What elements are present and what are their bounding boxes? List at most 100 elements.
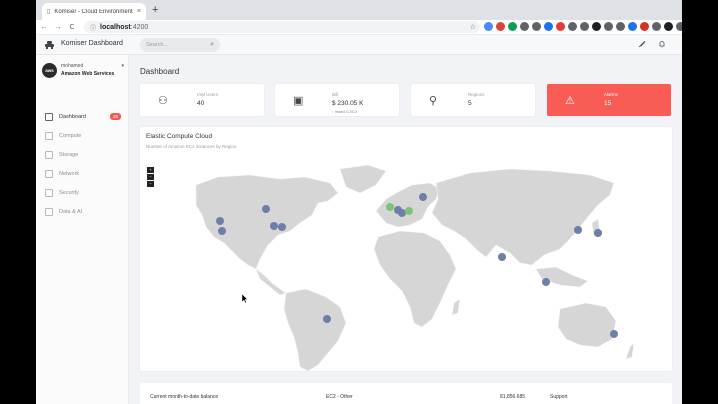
ec2-map-card: Elastic Compute Cloud Number of Amazon E… xyxy=(140,127,672,371)
card-value: $ 230.05 K xyxy=(332,100,364,107)
zoom-out-button[interactable]: − xyxy=(147,174,154,180)
extension-icon[interactable] xyxy=(496,22,505,31)
zoom-reset-button[interactable]: − xyxy=(147,181,154,187)
support-label: Support xyxy=(550,394,568,400)
zoom-in-button[interactable]: + xyxy=(147,167,154,173)
alert-count-badge: 25 xyxy=(109,113,121,120)
card-text: Alarms 15 xyxy=(604,92,618,107)
reload-icon[interactable]: C xyxy=(66,24,78,31)
browser-tab[interactable]: ▯ Komiser - Cloud Environment × xyxy=(42,3,146,20)
search-placeholder: Search... xyxy=(146,42,169,48)
forward-icon[interactable]: → xyxy=(52,24,64,31)
extension-icon[interactable] xyxy=(640,22,649,31)
region-marker[interactable] xyxy=(218,227,226,235)
extension-icon[interactable] xyxy=(484,22,493,31)
region-marker[interactable] xyxy=(594,229,602,237)
extension-icon[interactable] xyxy=(628,22,637,31)
chevron-down-icon[interactable]: ▾ xyxy=(121,63,124,69)
card-value: 40 xyxy=(197,100,205,107)
region-marker[interactable] xyxy=(262,205,270,213)
extension-icon[interactable] xyxy=(604,22,613,31)
asia-shape xyxy=(431,168,615,266)
card-subtext: ↑ Inward 0.2013 xyxy=(332,110,357,114)
region-marker[interactable] xyxy=(610,330,618,338)
region-marker[interactable] xyxy=(216,217,224,225)
extension-icon[interactable] xyxy=(616,22,625,31)
card-text: Regions 5 xyxy=(468,92,485,107)
search-icon: ⌕ xyxy=(210,41,214,48)
sidebar-item-label: Network xyxy=(59,170,80,177)
iam-users-card[interactable]: ⚇ IAM Users 40 xyxy=(140,84,264,116)
extension-icon[interactable] xyxy=(556,22,565,31)
page-title: Dashboard xyxy=(140,67,180,76)
extension-icon[interactable] xyxy=(544,22,553,31)
alarms-card[interactable]: ⚠ Alarms 15 xyxy=(547,84,671,116)
region-marker[interactable] xyxy=(405,207,413,215)
card-value: 5 xyxy=(468,100,472,107)
sidebar-item-storage[interactable]: Storage xyxy=(36,145,129,164)
storage-icon xyxy=(45,150,53,159)
users-icon: ⚇ xyxy=(158,95,168,107)
bell-icon[interactable] xyxy=(658,40,666,48)
account-switcher[interactable]: aws mohamed Amazon Web Services ▾ xyxy=(42,59,124,81)
komiser-app: Komiser Dashboard Search... ⌕ aws mohame… xyxy=(36,35,682,404)
region-marker[interactable] xyxy=(386,203,394,211)
main-content: Dashboard ⚇ IAM Users 40 ▣ Bill $ 230.05… xyxy=(129,55,682,404)
tab-strip: ▯ Komiser - Cloud Environment × + xyxy=(36,0,682,20)
komiser-logo-icon xyxy=(45,41,54,49)
region-marker[interactable] xyxy=(574,226,582,234)
regions-card[interactable]: ⚲ Regions 5 xyxy=(411,84,535,116)
card-value: 15 xyxy=(604,100,612,107)
card-label: IAM Users xyxy=(197,92,219,97)
search-input[interactable]: Search... ⌕ xyxy=(140,38,220,52)
back-icon[interactable]: ← xyxy=(38,24,50,31)
sidebar-item-data-ai[interactable]: Data & AI xyxy=(36,202,129,221)
extension-icon[interactable] xyxy=(520,22,529,31)
bookmark-star-icon[interactable]: ☆ xyxy=(470,23,476,31)
network-icon xyxy=(45,169,53,178)
url-text: localhost:4200 xyxy=(100,23,149,31)
sidebar-item-label: Dashboard xyxy=(59,113,86,120)
region-marker[interactable] xyxy=(542,278,550,286)
extension-icon[interactable] xyxy=(652,22,661,31)
browser-toolbar: ← → C ⓘ localhost:4200 ☆ xyxy=(36,20,682,35)
sidebar-item-dashboard[interactable]: Dashboard 25 xyxy=(36,107,129,126)
region-marker[interactable] xyxy=(498,253,506,261)
extension-icon[interactable] xyxy=(568,22,577,31)
region-marker[interactable] xyxy=(278,223,286,231)
extension-icon[interactable] xyxy=(592,22,601,31)
sidebar-item-label: Data & AI xyxy=(59,208,83,215)
compute-icon xyxy=(45,131,53,140)
bill-card[interactable]: ▣ Bill $ 230.05 K ↑ Inward 0.2013 xyxy=(275,84,399,116)
sidebar-item-security[interactable]: Security xyxy=(36,183,129,202)
world-map[interactable] xyxy=(140,127,672,371)
sidebar-item-compute[interactable]: Compute xyxy=(36,126,129,145)
extension-icon[interactable] xyxy=(580,22,589,31)
region-marker[interactable] xyxy=(398,209,406,217)
sidebar: aws mohamed Amazon Web Services ▾ Dashbo… xyxy=(36,55,129,404)
region-marker[interactable] xyxy=(419,193,427,201)
account-user: mohamed xyxy=(61,63,84,69)
address-bar[interactable]: ⓘ localhost:4200 ☆ xyxy=(84,21,480,33)
bill-icon: ▣ xyxy=(293,95,304,107)
sidebar-item-network[interactable]: Network xyxy=(36,164,129,183)
extension-icon[interactable] xyxy=(676,22,682,31)
region-marker[interactable] xyxy=(323,315,331,323)
sidebar-item-label: Storage xyxy=(59,151,79,158)
info-icon: ⓘ xyxy=(90,25,97,32)
card-label: Bill xyxy=(332,92,339,97)
location-icon: ⚲ xyxy=(429,95,438,107)
extension-icon[interactable] xyxy=(508,22,517,31)
account-provider: Amazon Web Services xyxy=(61,71,115,77)
rocket-icon[interactable] xyxy=(638,40,646,48)
extension-icon[interactable] xyxy=(664,22,673,31)
card-text: Bill $ 230.05 K ↑ Inward 0.2013 xyxy=(332,92,363,114)
region-marker[interactable] xyxy=(270,222,278,230)
card-label: Regions xyxy=(468,92,485,97)
new-tab-button[interactable]: + xyxy=(152,4,158,16)
shield-icon xyxy=(45,188,53,197)
tab-close-icon[interactable]: × xyxy=(137,8,141,15)
extension-icon[interactable] xyxy=(532,22,541,31)
land-masses xyxy=(195,164,635,371)
sidebar-item-label: Compute xyxy=(59,132,82,139)
